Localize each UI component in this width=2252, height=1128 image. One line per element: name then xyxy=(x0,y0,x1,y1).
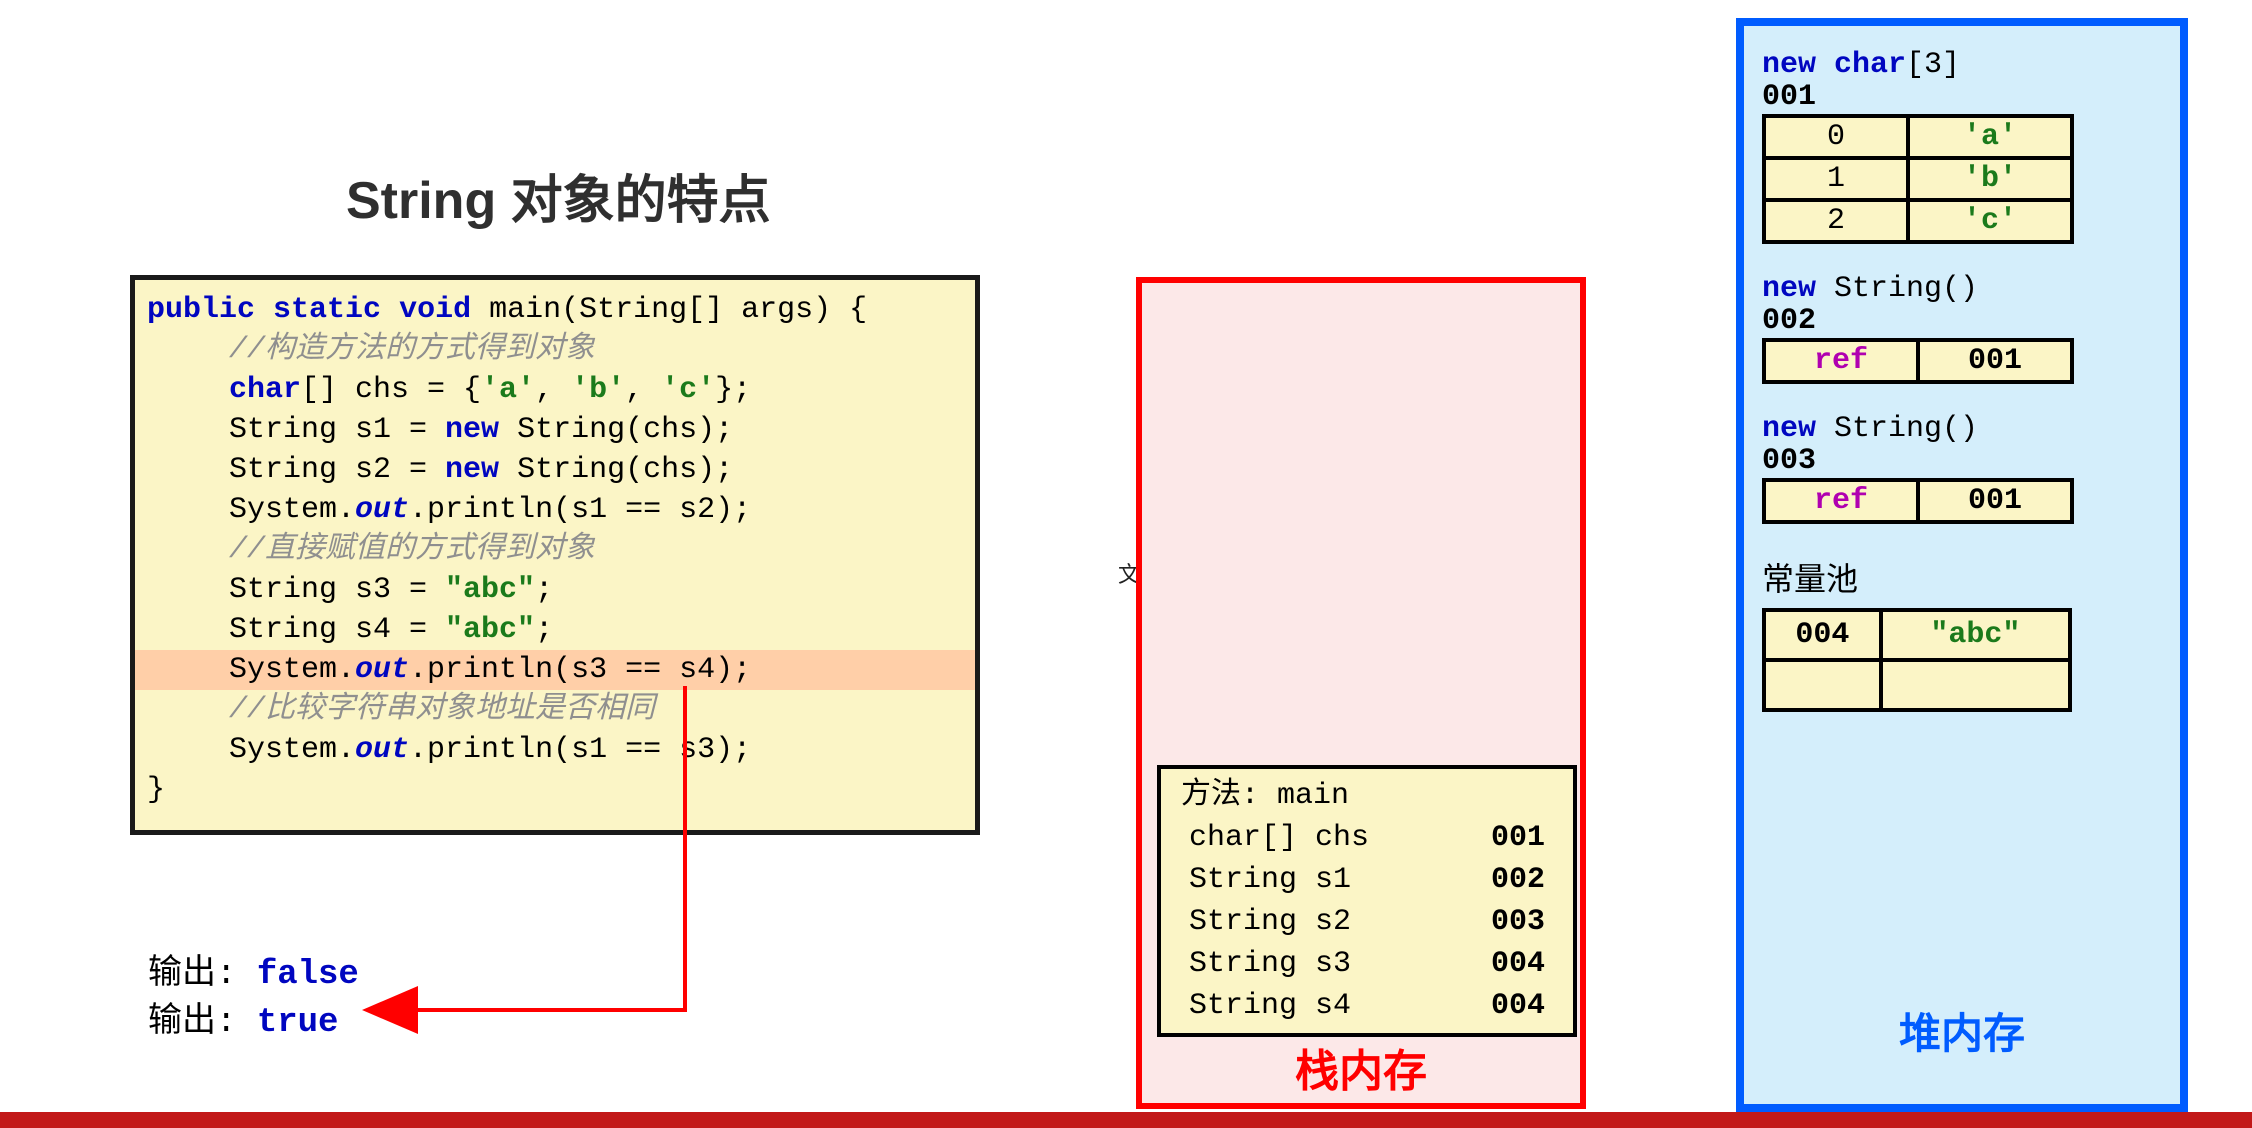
output-line-1: 输出: false xyxy=(148,944,359,994)
code-comment: //构造方法的方式得到对象 xyxy=(147,330,963,370)
stack-row: String s4004 xyxy=(1171,985,1563,1027)
heap-string-1: new String() 002 ref001 xyxy=(1762,272,2162,384)
bottom-bar xyxy=(0,1112,2252,1128)
stack-memory-label: 栈内存 xyxy=(1136,1035,1586,1099)
stack-row: String s1002 xyxy=(1171,859,1563,901)
slide-title: String 对象的特点 xyxy=(346,158,771,233)
heap-memory-box: new char[3] 001 0'a' 1'b' 2'c' new Strin… xyxy=(1736,18,2188,1112)
stack-frame-title: 方法: main xyxy=(1171,775,1563,817)
code-line-highlighted: System.out.println(s3 == s4); xyxy=(135,650,975,690)
code-line: String s1 = new String(chs); xyxy=(147,410,963,450)
heap-table: 0'a' 1'b' 2'c' xyxy=(1762,114,2074,244)
code-line: String s4 = "abc"; xyxy=(147,610,963,650)
code-line: System.out.println(s1 == s2); xyxy=(147,490,963,530)
heap-table: ref001 xyxy=(1762,338,2074,384)
code-line: String s3 = "abc"; xyxy=(147,570,963,610)
heap-memory-label: 堆内存 xyxy=(1736,1000,2188,1061)
code-line: public static void main(String[] args) { xyxy=(147,290,963,330)
output-line-2: 输出: true xyxy=(148,992,338,1042)
string-pool-table: 004"abc" xyxy=(1762,608,2072,712)
code-line: char[] chs = {'a', 'b', 'c'}; xyxy=(147,370,963,410)
string-pool-title: 常量池 xyxy=(1762,554,2162,600)
heap-table: ref001 xyxy=(1762,478,2074,524)
stack-row: String s3004 xyxy=(1171,943,1563,985)
code-comment: //直接赋值的方式得到对象 xyxy=(147,530,963,570)
stack-memory-box: 方法: main char[] chs001 String s1002 Stri… xyxy=(1136,277,1586,1109)
heap-string-2: new String() 003 ref001 xyxy=(1762,412,2162,524)
stack-frame: 方法: main char[] chs001 String s1002 Stri… xyxy=(1157,765,1577,1037)
code-comment: //比较字符串对象地址是否相同 xyxy=(147,690,963,730)
code-line: String s2 = new String(chs); xyxy=(147,450,963,490)
code-line: } xyxy=(147,770,963,810)
code-box: public static void main(String[] args) {… xyxy=(130,275,980,835)
stack-row: char[] chs001 xyxy=(1171,817,1563,859)
code-line: System.out.println(s1 == s3); xyxy=(147,730,963,770)
heap-char-array: new char[3] 001 0'a' 1'b' 2'c' xyxy=(1762,48,2162,244)
stack-row: String s2003 xyxy=(1171,901,1563,943)
